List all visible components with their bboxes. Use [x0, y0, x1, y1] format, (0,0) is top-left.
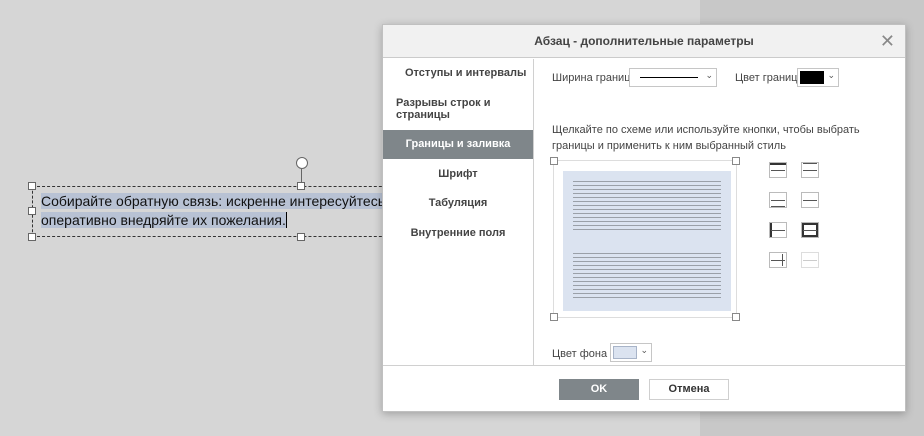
border-right-icon[interactable] [769, 252, 787, 268]
dialog-footer: OK Отмена [383, 365, 905, 411]
border-left-icon[interactable] [769, 222, 787, 238]
preview-line [573, 229, 721, 230]
border-color-swatch [800, 71, 824, 84]
preview-line [573, 253, 721, 254]
bg-color-picker[interactable]: ⌄ [610, 343, 652, 362]
preview-corner-bottom-right [732, 313, 740, 321]
text-line-1: Собирайте обратную связь: искренне интер… [41, 193, 385, 209]
border-width-line-sample [640, 77, 698, 78]
bg-color-swatch [613, 346, 637, 359]
nav-item-padding[interactable]: Внутренние поля [383, 227, 533, 239]
preview-line [573, 181, 721, 182]
dialog-header: Абзац - дополнительные параметры ✕ [383, 25, 905, 58]
bg-color-label: Цвет фона [552, 348, 608, 360]
border-top-middle-icon[interactable] [801, 162, 819, 178]
chevron-down-icon: ⌄ [827, 70, 835, 80]
preview-line [573, 297, 721, 298]
preview-line [573, 261, 721, 262]
preview-line [573, 285, 721, 286]
preview-line [573, 277, 721, 278]
preview-corner-top-right [732, 157, 740, 165]
preview-corner-top-left [550, 157, 558, 165]
nav-item-font[interactable]: Шрифт [383, 168, 533, 180]
preview-line [573, 293, 721, 294]
text-caret [285, 212, 287, 228]
resize-handle-top-center[interactable] [297, 182, 305, 190]
border-preview[interactable] [550, 157, 740, 321]
nav-item-line-breaks[interactable]: Разрывы строк и страницы [396, 97, 516, 121]
paragraph-settings-dialog: Абзац - дополнительные параметры ✕ Отсту… [382, 24, 906, 412]
preview-line [573, 221, 721, 222]
border-color-label: Цвет границ [735, 72, 798, 84]
preview-line [573, 189, 721, 190]
nav-item-tabs[interactable]: Табуляция [383, 197, 533, 209]
rotate-handle[interactable] [296, 157, 308, 169]
preview-line [573, 269, 721, 270]
preview-line [573, 281, 721, 282]
borders-hint: Щелкайте по схеме или используйте кнопки… [552, 124, 860, 152]
ok-button[interactable]: OK [559, 379, 639, 400]
resize-handle-bottom-center[interactable] [297, 233, 305, 241]
border-top-icon[interactable] [769, 162, 787, 178]
preview-line [573, 265, 721, 266]
border-none-icon[interactable] [801, 252, 819, 268]
border-width-select[interactable]: ⌄ [629, 68, 717, 87]
text-box[interactable]: Собирайте обратную связь: искренне интер… [32, 186, 412, 237]
chevron-down-icon: ⌄ [640, 345, 648, 355]
preview-line [573, 273, 721, 274]
border-width-label: Ширина границ [552, 72, 631, 84]
preview-line [573, 289, 721, 290]
dialog-nav: Отступы и интервалы Разрывы строк и стра… [383, 59, 534, 366]
preview-paragraph-area[interactable] [563, 171, 731, 311]
cancel-button[interactable]: Отмена [649, 379, 729, 400]
border-outer-icon[interactable] [801, 192, 819, 208]
text-box-content[interactable]: Собирайте обратную связь: искренне интер… [41, 192, 401, 230]
preview-line [573, 225, 721, 226]
rotate-handle-line [301, 169, 302, 183]
chevron-down-icon: ⌄ [705, 70, 713, 80]
preview-line [573, 217, 721, 218]
preview-line [573, 197, 721, 198]
resize-handle-top-left[interactable] [28, 182, 36, 190]
preview-line [573, 257, 721, 258]
close-icon[interactable]: ✕ [880, 25, 895, 58]
border-color-picker[interactable]: ⌄ [797, 68, 839, 87]
nav-item-indents[interactable]: Отступы и интервалы [405, 67, 526, 79]
preview-corner-bottom-left [550, 313, 558, 321]
resize-handle-bottom-left[interactable] [28, 233, 36, 241]
border-bottom-icon[interactable] [769, 192, 787, 208]
preview-line [573, 201, 721, 202]
nav-item-borders[interactable]: Границы и заливка [383, 130, 533, 159]
preview-line [573, 185, 721, 186]
dialog-title: Абзац - дополнительные параметры [534, 34, 754, 48]
preview-line [573, 193, 721, 194]
preview-line [573, 213, 721, 214]
preview-line [573, 209, 721, 210]
text-line-2: оперативно внедряйте их пожелания. [41, 212, 286, 228]
dialog-body: Ширина границ ⌄ Цвет границ ⌄ Щелкайте п… [535, 59, 905, 366]
resize-handle-middle-left[interactable] [28, 207, 36, 215]
border-all-icon[interactable] [801, 222, 819, 238]
preview-line [573, 205, 721, 206]
